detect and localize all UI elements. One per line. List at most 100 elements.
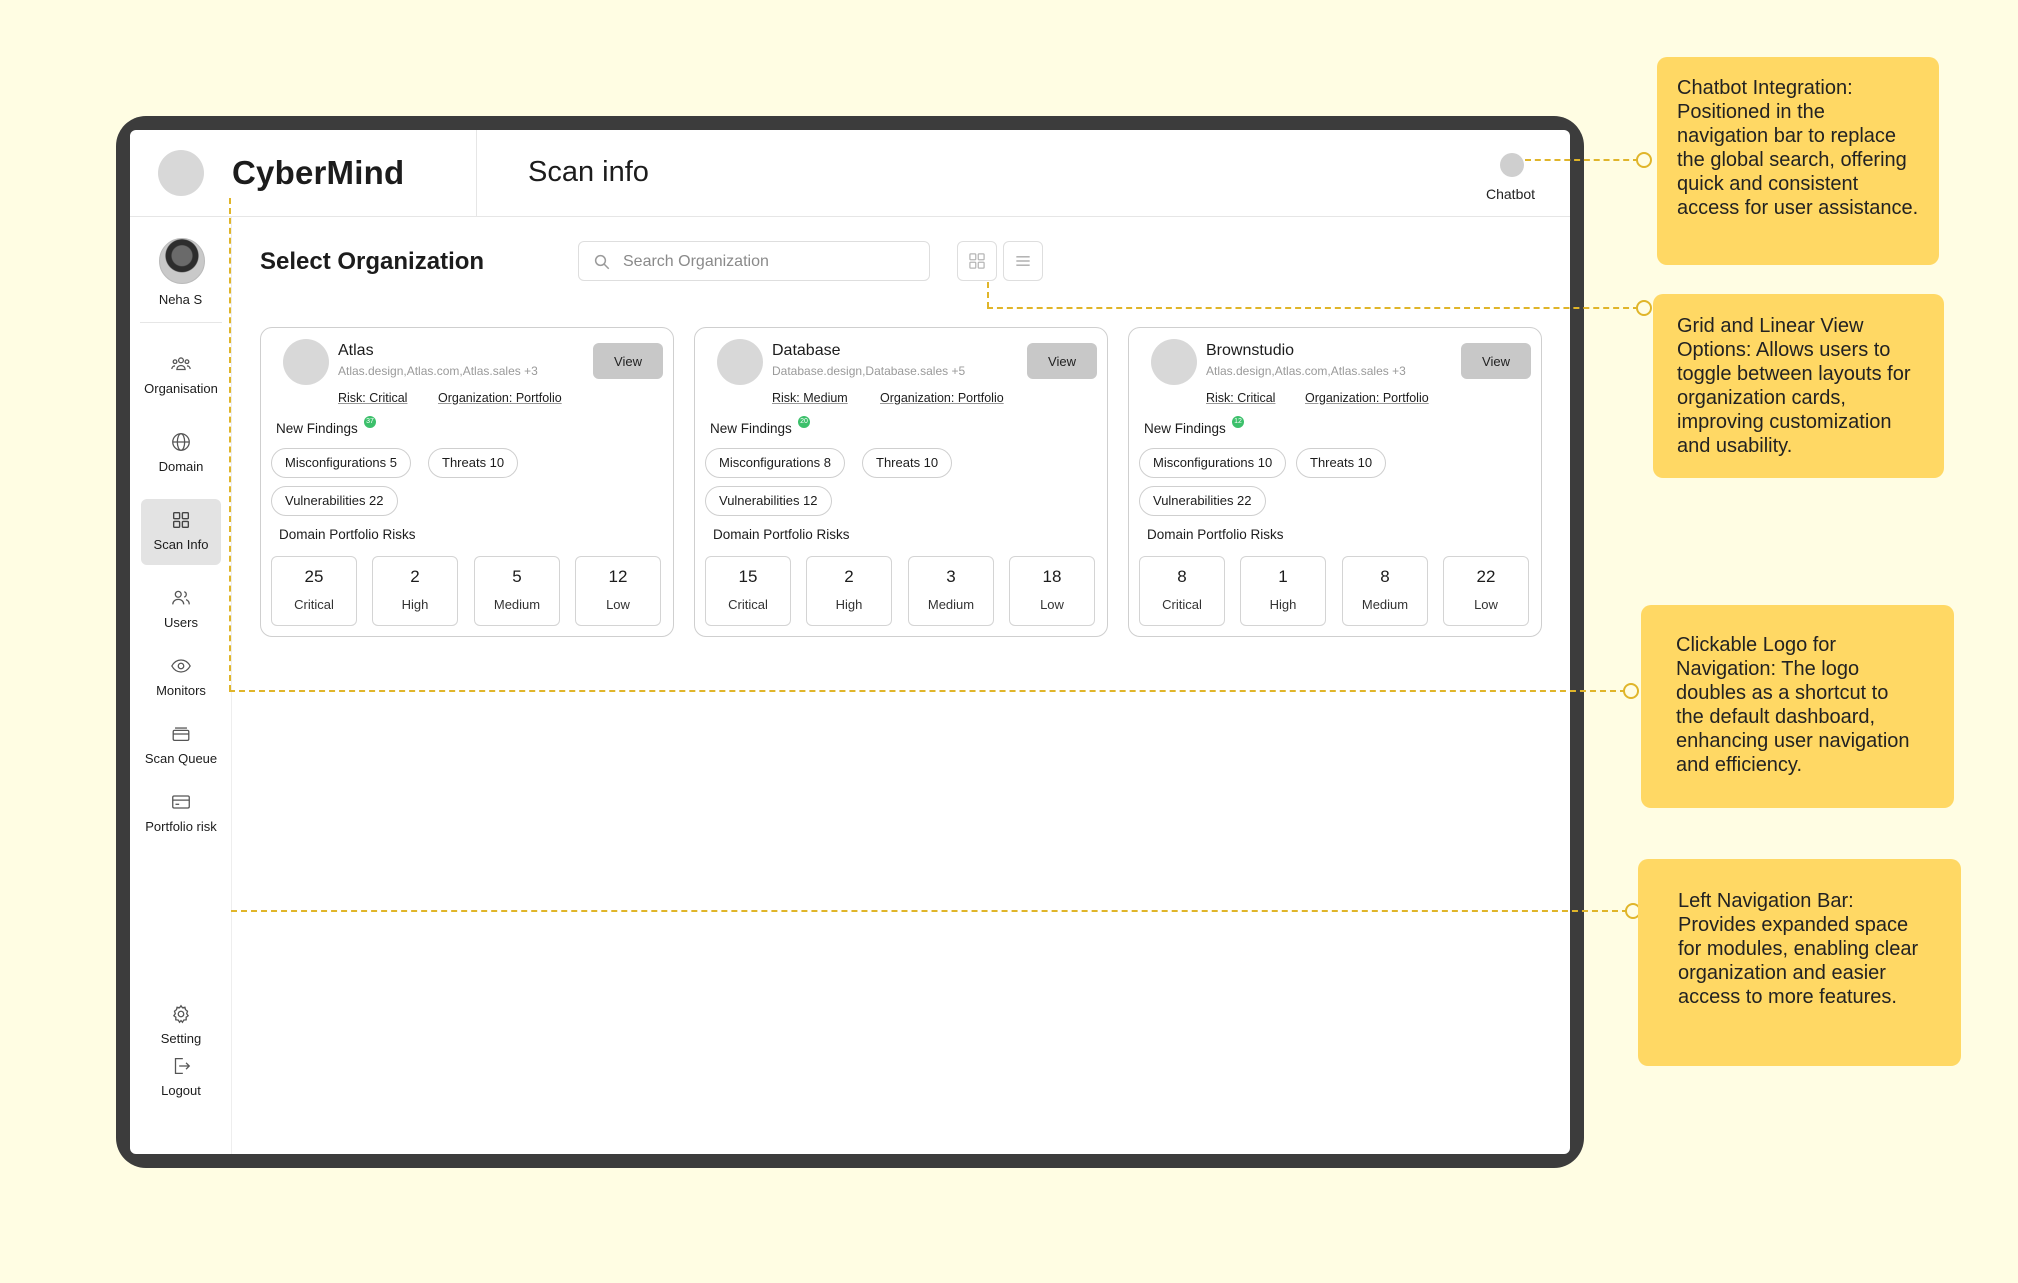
search-box[interactable] (578, 241, 930, 281)
sidebar-item-domain[interactable]: Domain (141, 421, 221, 487)
sidebar-item-monitors[interactable]: Monitors (141, 645, 221, 711)
sidebar-item-portfolio-risk[interactable]: Portfolio risk (141, 781, 221, 847)
divider (231, 217, 232, 1154)
sidebar-item-scan-queue[interactable]: Scan Queue (141, 713, 221, 779)
app-screen: CyberMind Scan info Chatbot Neha S Organ… (130, 130, 1570, 1154)
grid-view-button[interactable] (957, 241, 997, 281)
risk-critical: 15 Critical (705, 556, 791, 626)
risk-label: Critical (294, 597, 334, 612)
org-portfolio-link[interactable]: Organization: Portfolio (880, 391, 1004, 405)
findings-badge: 12 (1232, 416, 1244, 428)
organisation-icon (171, 357, 191, 371)
view-button[interactable]: View (1027, 343, 1097, 379)
risk-label: High (401, 597, 429, 612)
risk-low: 12 Low (575, 556, 661, 626)
risk-high: 1 High (1240, 556, 1326, 626)
logo[interactable] (158, 150, 204, 196)
sidebar-item-organisation[interactable]: Organisation (141, 343, 221, 409)
threats-pill[interactable]: Threats 10 (862, 448, 953, 478)
users-icon (172, 590, 190, 605)
connector-line (987, 307, 1639, 309)
org-risk-link[interactable]: Risk: Critical (1206, 391, 1275, 405)
connector-line (229, 198, 231, 691)
risk-count: 8 (1380, 567, 1390, 586)
chatbot-icon[interactable] (1500, 153, 1524, 177)
sidebar-item-logout[interactable]: Logout (141, 1055, 221, 1121)
section-title: Select Organization (260, 248, 485, 275)
connector-line (987, 282, 989, 308)
risk-low: 22 Low (1443, 556, 1529, 626)
misconfigurations-pill[interactable]: Misconfigurations 8 (705, 448, 845, 478)
view-button[interactable]: View (1461, 343, 1531, 379)
brand-name[interactable]: CyberMind (232, 154, 404, 192)
org-risk-link[interactable]: Risk: Critical (338, 391, 407, 405)
view-button[interactable]: View (593, 343, 663, 379)
misconfigurations-pill[interactable]: Misconfigurations 10 (1139, 448, 1287, 478)
risk-medium: 8 Medium (1342, 556, 1428, 626)
sidebar-item-label: Portfolio risk (145, 819, 217, 834)
risk-high: 2 High (372, 556, 458, 626)
threats-pill[interactable]: Threats 10 (1296, 448, 1387, 478)
risk-count: 12 (608, 567, 628, 586)
organization-card[interactable]: Database Database.design,Database.sales … (694, 327, 1108, 637)
portfolio-risks-title: Domain Portfolio Risks (279, 527, 416, 542)
page-title: Scan info (528, 156, 649, 188)
org-risk-link[interactable]: Risk: Medium (772, 391, 848, 405)
sidebar-item-label: Monitors (156, 683, 206, 698)
risk-count: 25 (304, 567, 324, 586)
sidebar-item-setting[interactable]: Setting (141, 993, 221, 1059)
org-name: Brownstudio (1206, 342, 1295, 359)
vulnerabilities-pill[interactable]: Vulnerabilities 22 (1139, 486, 1266, 516)
findings-badge: 37 (364, 416, 376, 428)
organization-card[interactable]: Atlas Atlas.design,Atlas.com,Atlas.sales… (260, 327, 674, 637)
org-domains: Database.design,Database.sales +5 (772, 364, 966, 378)
threats-pill[interactable]: Threats 10 (428, 448, 519, 478)
portfolio-risks-title: Domain Portfolio Risks (1147, 527, 1284, 542)
vulnerabilities-pill[interactable]: Vulnerabilities 22 (271, 486, 398, 516)
sidebar-item-users[interactable]: Users (141, 577, 221, 643)
risk-high: 2 High (806, 556, 892, 626)
globe-icon (172, 433, 190, 451)
search-input[interactable] (621, 248, 915, 276)
grid-icon (172, 511, 190, 529)
risk-label: Critical (728, 597, 768, 612)
annotation-note: Grid and Linear View Options: Allows use… (1653, 294, 1944, 478)
org-name: Atlas (338, 342, 374, 359)
org-domains: Atlas.design,Atlas.com,Atlas.sales +3 (1206, 364, 1406, 378)
org-portfolio-link[interactable]: Organization: Portfolio (1305, 391, 1429, 405)
user-name: Neha S (158, 292, 203, 307)
divider (140, 322, 222, 323)
org-portfolio-link[interactable]: Organization: Portfolio (438, 391, 562, 405)
chatbot-label[interactable]: Chatbot (1486, 186, 1535, 202)
risk-low: 18 Low (1009, 556, 1095, 626)
new-findings-title: New Findings (710, 421, 792, 436)
sidebar-item-label: Users (164, 615, 198, 630)
risk-medium: 3 Medium (908, 556, 994, 626)
risk-count: 8 (1177, 567, 1187, 586)
risk-count: 15 (738, 567, 758, 586)
connector-dot (1636, 152, 1652, 168)
misconfigurations-pill[interactable]: Misconfigurations 5 (271, 448, 411, 478)
org-avatar (717, 339, 763, 385)
risk-count: 1 (1278, 567, 1288, 586)
annotation-note: Clickable Logo for Navigation: The logo … (1641, 605, 1954, 808)
vulnerabilities-pill[interactable]: Vulnerabilities 12 (705, 486, 832, 516)
avatar[interactable] (159, 238, 205, 284)
organization-card[interactable]: Brownstudio Atlas.design,Atlas.com,Atlas… (1128, 327, 1542, 637)
annotation-note: Chatbot Integration: Positioned in the n… (1657, 57, 1939, 265)
risk-label: Low (1474, 597, 1498, 612)
search-icon (594, 254, 610, 270)
connector-line (1525, 159, 1639, 161)
portfolio-risks-title: Domain Portfolio Risks (713, 527, 850, 542)
sidebar-item-label: Setting (160, 1031, 202, 1046)
org-domains: Atlas.design,Atlas.com,Atlas.sales +3 (338, 364, 538, 378)
risk-count: 3 (946, 567, 956, 586)
new-findings-title: New Findings (1144, 421, 1226, 436)
connector-line (231, 910, 1628, 912)
queue-icon (172, 727, 190, 742)
sidebar-item-label: Scan Info (153, 537, 209, 552)
connector-dot (1636, 300, 1652, 316)
list-view-button[interactable] (1003, 241, 1043, 281)
logout-icon (174, 1058, 191, 1074)
sidebar-item-scan-info[interactable]: Scan Info (141, 499, 221, 565)
